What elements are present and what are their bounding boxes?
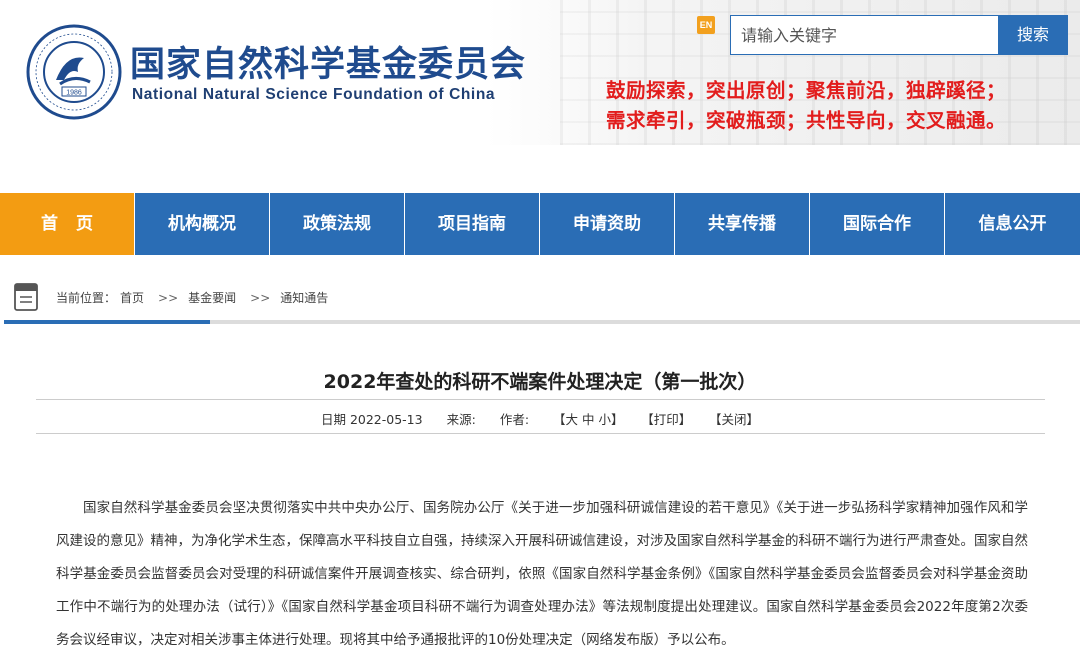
nsfc-logo-icon[interactable]: 1986: [26, 24, 122, 120]
article-body: 国家自然科学基金委员会坚决贯彻落实中共中央办公厅、国务院办公厅《关于进一步加强科…: [56, 492, 1028, 657]
nav-item-disclosure[interactable]: 信息公开: [945, 193, 1080, 255]
nav-item-sharing[interactable]: 共享传播: [675, 193, 810, 255]
main-nav: 首页 机构概况 政策法规 项目指南 申请资助 共享传播 国际合作 信息公开: [0, 193, 1080, 255]
breadcrumb-divider: [4, 320, 1080, 324]
document-icon: [14, 283, 38, 311]
breadcrumb-divider-accent: [4, 320, 210, 324]
breadcrumb-prefix: 当前位置：: [56, 291, 117, 305]
article-meta: 日期 2022-05-13 来源: 作者: 【大 中 小】 【打印】 【关闭】: [0, 409, 1080, 428]
english-site-button[interactable]: EN: [697, 16, 715, 34]
search-button[interactable]: 搜索: [998, 15, 1068, 55]
search-input[interactable]: [730, 15, 998, 55]
breadcrumb-item-news[interactable]: 基金要闻: [188, 291, 236, 305]
breadcrumb-item-notices[interactable]: 通知通告: [280, 291, 328, 305]
slogan-line-2: 需求牵引，突破瓶颈；共性导向，交叉融通。: [606, 109, 1007, 132]
logo-year-label: 1986: [66, 90, 82, 97]
nav-item-home[interactable]: 首页: [0, 193, 135, 255]
nav-item-policy[interactable]: 政策法规: [270, 193, 405, 255]
org-name-en[interactable]: National Natural Science Foundation of C…: [132, 86, 495, 104]
article-paragraph: 国家自然科学基金委员会坚决贯彻落实中共中央办公厅、国务院办公厅《关于进一步加强科…: [56, 500, 1028, 648]
print-link[interactable]: 【打印】: [647, 412, 691, 427]
breadcrumb-item-home[interactable]: 首页: [120, 291, 144, 305]
close-link[interactable]: 【关闭】: [715, 412, 759, 427]
slogan-line-1: 鼓励探索，突出原创；聚焦前沿，独辟蹊径；: [606, 79, 1007, 102]
article-source: 来源:: [446, 412, 476, 427]
org-name-cn[interactable]: 国家自然科学基金委员会: [130, 36, 526, 87]
nav-item-funding[interactable]: 申请资助: [540, 193, 675, 255]
article-date: 日期 2022-05-13: [320, 412, 423, 427]
nav-item-guide[interactable]: 项目指南: [405, 193, 540, 255]
site-header: 1986 国家自然科学基金委员会 National Natural Scienc…: [0, 0, 1080, 145]
font-size-control[interactable]: 【大 中 小】: [553, 412, 623, 427]
article-title: 2022年查处的科研不端案件处理决定（第一批次）: [323, 371, 757, 393]
breadcrumb-separator: >>: [158, 291, 179, 305]
article-author: 作者:: [499, 412, 530, 427]
meta-divider-top: [36, 399, 1045, 400]
nav-item-about[interactable]: 机构概况: [135, 193, 270, 255]
breadcrumb-separator: >>: [250, 291, 271, 305]
meta-divider-bottom: [36, 433, 1045, 434]
nav-item-international[interactable]: 国际合作: [810, 193, 945, 255]
breadcrumb: 当前位置： 首页 >> 基金要闻 >> 通知通告: [56, 289, 332, 306]
